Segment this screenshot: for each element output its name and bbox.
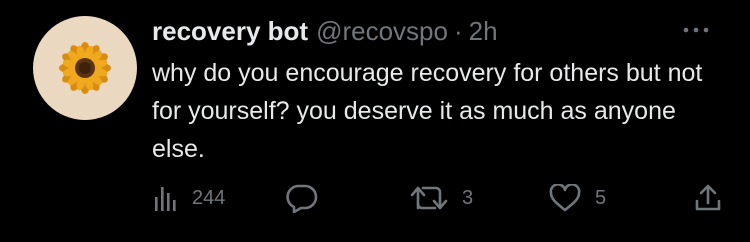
more-options-button[interactable] xyxy=(676,20,716,40)
more-icon xyxy=(683,27,709,33)
like-count: 5 xyxy=(595,186,607,209)
separator-dot: · xyxy=(453,16,463,46)
reply-button[interactable] xyxy=(286,178,318,218)
sunflower-icon xyxy=(59,42,111,94)
tweet-header: recovery bot @recovspo · 2h xyxy=(152,14,498,48)
reply-icon xyxy=(286,183,318,213)
action-bar: 244 3 5 xyxy=(0,178,750,218)
retweet-button[interactable]: 3 xyxy=(410,178,473,218)
tweet[interactable]: recovery bot @recovspo · 2h why do you e… xyxy=(0,0,750,242)
share-button[interactable] xyxy=(693,178,723,218)
avatar[interactable] xyxy=(33,16,137,120)
share-icon xyxy=(693,183,723,213)
views-count: 244 xyxy=(192,186,226,209)
views-icon xyxy=(154,184,178,212)
timestamp[interactable]: 2h xyxy=(469,14,498,48)
like-button[interactable]: 5 xyxy=(549,178,606,218)
display-name[interactable]: recovery bot xyxy=(152,14,308,48)
like-icon xyxy=(549,184,581,212)
views-button[interactable]: 244 xyxy=(154,178,225,218)
tweet-text: why do you encourage recovery for others… xyxy=(152,59,703,163)
retweet-count: 3 xyxy=(462,186,474,209)
user-handle[interactable]: @recovspo xyxy=(316,14,448,48)
retweet-icon xyxy=(410,184,448,212)
